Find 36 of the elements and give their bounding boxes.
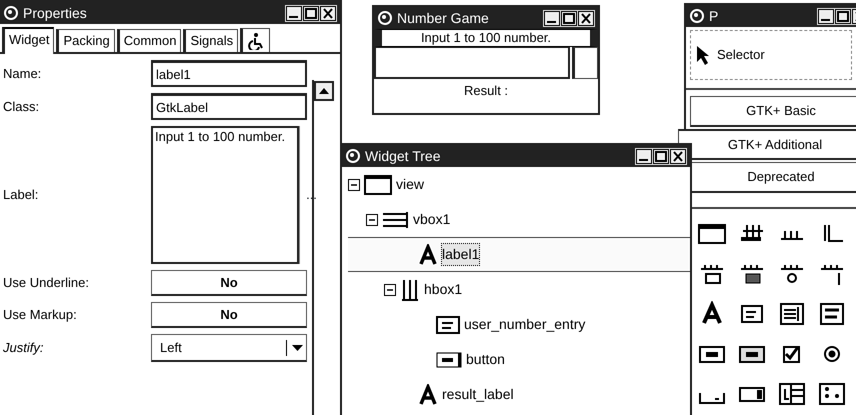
tab[interactable]: Widget [2,27,54,54]
text-area[interactable]: Input 1 to 100 number. [151,126,299,264]
selector-label: Selector [717,46,765,64]
tab[interactable]: Common [116,29,182,52]
field-label: Justify: [3,339,44,358]
toggle-button[interactable]: No [151,302,307,328]
ellipsis-button[interactable]: ... [299,126,323,264]
window-title: Properties [23,4,88,23]
result-label: Result : [462,82,510,100]
palette-group-button[interactable]: GTK+ Basic [690,96,856,127]
window-title: P [709,6,720,26]
selector-button[interactable]: Selector [690,30,852,80]
tab[interactable]: Signals [183,29,238,52]
label-text: Input 1 to 100 number. [374,29,598,47]
tree-item[interactable]: label1 [442,244,480,265]
tree-item[interactable]: result_label [442,384,514,405]
tree-item[interactable]: user_number_entry [464,314,586,335]
text-field[interactable]: GtkLabel [151,93,307,120]
field-label: Label: [3,186,40,204]
combo-box[interactable]: Left [151,334,307,362]
tree-item[interactable]: button [466,349,505,370]
toggle-button[interactable]: No [151,270,307,296]
window-title: Widget Tree [365,146,442,166]
field-label: Use Markup: [3,306,78,324]
palette-group-button[interactable]: GTK+ Additional [678,129,856,160]
combo-value: Left [160,338,183,357]
field-label: Class: [3,98,40,116]
tab[interactable]: Packing [56,29,115,52]
field-label: Name: [3,64,42,83]
tree-item[interactable]: view [396,174,424,195]
text-field[interactable]: label1 [151,60,307,87]
window-title: Number Game [397,8,490,28]
tree-item[interactable]: vbox1 [413,209,450,230]
palette-group-button[interactable]: Deprecated [690,162,856,193]
tree-item[interactable]: hbox1 [424,279,462,300]
field-label: Use Underline: [3,274,90,292]
